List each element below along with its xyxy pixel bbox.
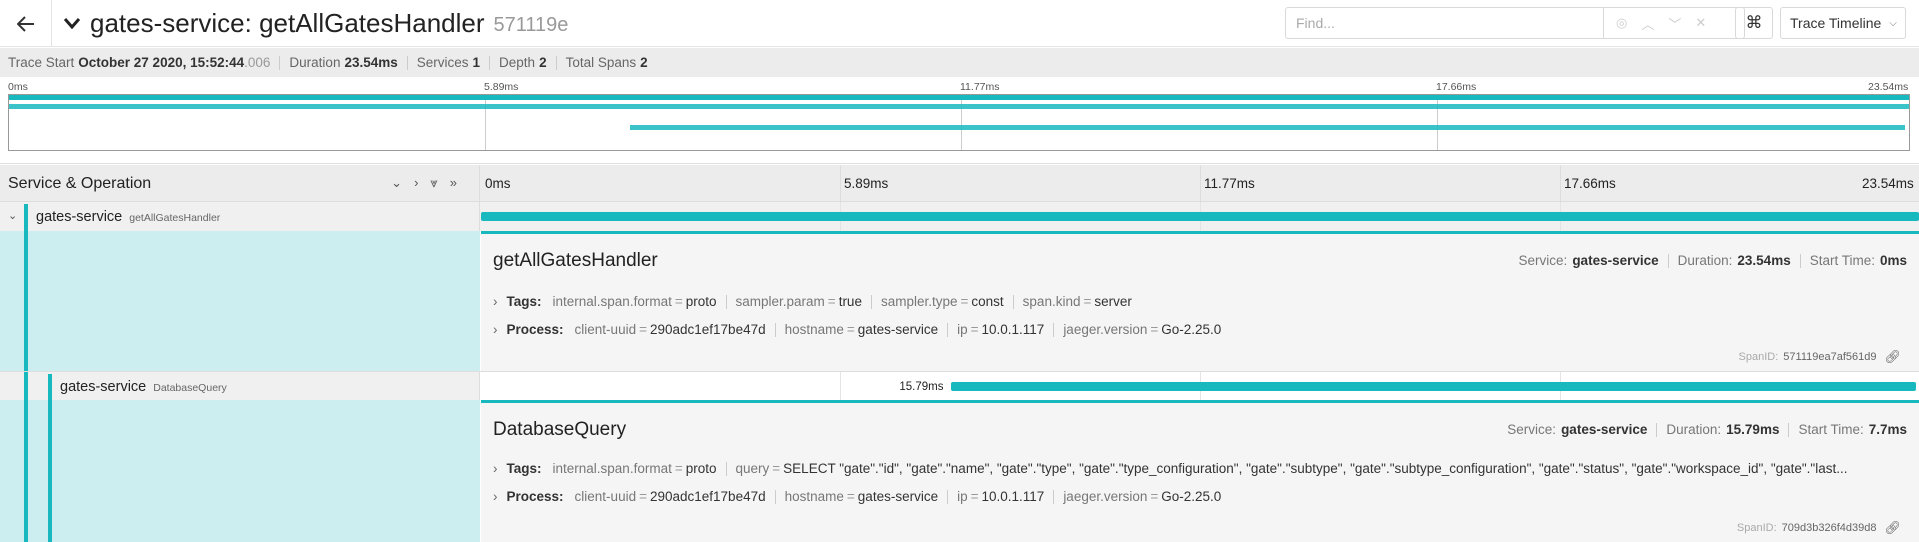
span-detail-meta: Service: gates-service Duration: 23.54ms S… — [1518, 253, 1907, 268]
expand-all-icon[interactable]: » — [450, 175, 457, 191]
span-bar[interactable] — [951, 382, 1916, 391]
find-controls: ◎ ︿ ﹀ ✕ — [1604, 14, 1706, 33]
trace-start: Trace Start October 27 2020, 15:52:44.00… — [8, 55, 271, 70]
span-id: SpanID: 709d3b326f4d39d8 🔗︎ — [1736, 520, 1901, 536]
trace-title-toggle[interactable]: gates-service: getAllGatesHandler 571119… — [64, 8, 568, 38]
service-name: gates-service — [36, 209, 123, 225]
trace-duration: Duration 23.54ms — [289, 55, 398, 70]
span-detail: DatabaseQuery Service: gates-service Dura… — [0, 400, 1919, 542]
trace-id: 571119e — [493, 13, 569, 36]
expand-one-icon[interactable]: › — [414, 175, 418, 191]
trace-minimap[interactable]: 0ms 5.89ms 11.77ms 17.66ms 23.54ms — [0, 77, 1919, 164]
span-detail-panel: DatabaseQuery Service: gates-service Dura… — [481, 400, 1919, 542]
service-operation-header: Service & Operation ⌄ › ⩔ » — [0, 165, 480, 202]
timeline-tick: 11.77ms — [1204, 176, 1255, 191]
chevron-right-icon: › — [493, 489, 498, 504]
service-name: gates-service — [60, 379, 147, 395]
timeline-tick: 17.66ms — [1564, 176, 1616, 191]
chevron-right-icon: › — [493, 322, 498, 337]
chevron-down-icon — [64, 17, 80, 29]
chevron-right-icon: › — [493, 461, 498, 476]
span-id: SpanID: 571119ea7af561d9 🔗︎ — [1738, 349, 1901, 365]
minimap-tick: 0ms — [8, 81, 28, 93]
chevron-right-icon: › — [493, 294, 498, 309]
trace-title: gates-service: getAllGatesHandler — [90, 7, 485, 38]
span-detail-title: getAllGatesHandler — [493, 250, 658, 271]
locate-icon[interactable]: ◎ — [1616, 15, 1627, 31]
chevron-up-icon[interactable]: ︿ — [1641, 14, 1654, 33]
find-box: ◎ ︿ ﹀ ✕ — [1285, 7, 1745, 39]
find-input[interactable] — [1286, 8, 1604, 38]
close-icon[interactable]: ✕ — [1695, 15, 1706, 31]
span-detail: getAllGatesHandler Service: gates-service… — [0, 231, 1919, 371]
link-icon[interactable]: 🔗︎ — [1884, 520, 1901, 536]
process-row[interactable]: › Process: client-uuid = 290adc1ef17be47d … — [493, 322, 1221, 337]
process-row[interactable]: › Process: client-uuid = 290adc1ef17be47d … — [493, 489, 1221, 504]
back-button[interactable] — [0, 0, 52, 47]
keyboard-shortcuts-button[interactable]: ⌘ — [1735, 7, 1773, 39]
span-bar[interactable] — [481, 212, 1919, 221]
span-detail-meta: Service: gates-service Duration: 15.79ms S… — [1507, 422, 1907, 437]
minimap-canvas[interactable] — [8, 94, 1910, 151]
expand-controls: ⌄ › ⩔ » — [391, 175, 457, 191]
span-row-name[interactable]: gates-service DatabaseQuery — [0, 372, 480, 401]
span-duration-label: 15.79ms — [899, 381, 944, 393]
minimap-span-bar — [630, 125, 1905, 130]
timeline-tick: 5.89ms — [844, 176, 889, 191]
trace-services: Services 1 — [416, 55, 481, 70]
collapse-one-icon[interactable]: ⌄ — [391, 175, 402, 191]
trace-depth: Depth 2 — [499, 55, 547, 70]
minimap-span-bar — [9, 104, 1909, 109]
minimap-tick: 11.77ms — [960, 81, 1000, 93]
minimap-tick: 17.66ms — [1436, 81, 1477, 93]
minimap-viewport-bar — [9, 95, 1909, 100]
timeline-tick: 0ms — [485, 176, 511, 191]
tags-row[interactable]: › Tags: internal.span.format = proto query… — [493, 461, 1913, 476]
chevron-down-icon[interactable]: ⌄ — [8, 209, 17, 222]
minimap-tick: 5.89ms — [484, 81, 519, 93]
command-key-icon: ⌘ — [1745, 13, 1763, 32]
minimap-tick: 23.54ms — [1868, 81, 1909, 93]
span-detail-title: DatabaseQuery — [493, 419, 627, 440]
operation-name: getAllGatesHandler — [129, 212, 221, 224]
tags-row[interactable]: › Tags: internal.span.format = proto sampl… — [493, 294, 1132, 309]
chevron-down-icon[interactable]: ﹀ — [1668, 14, 1681, 33]
operation-name: DatabaseQuery — [153, 382, 227, 394]
view-mode-select[interactable]: Trace Timeline ⌵ — [1780, 7, 1906, 39]
collapse-all-icon[interactable]: ⩔ — [430, 175, 437, 191]
chevron-down-icon: ⌵ — [1889, 17, 1897, 29]
span-row-name[interactable]: ⌄ gates-service getAllGatesHandler — [0, 202, 480, 231]
trace-total-spans: Total Spans 2 — [565, 55, 648, 70]
arrow-left-icon — [16, 15, 34, 32]
span-row[interactable]: ⌄ gates-service getAllGatesHandler — [0, 202, 1919, 231]
link-icon[interactable]: 🔗︎ — [1884, 349, 1901, 365]
view-mode-label: Trace Timeline — [1790, 15, 1882, 31]
timeline-tick: 23.54ms — [1862, 176, 1914, 191]
trace-summary: Trace Start October 27 2020, 15:52:44.00… — [0, 48, 1919, 77]
span-row[interactable]: gates-service DatabaseQuery 15.79ms — [0, 371, 1919, 401]
timeline-header: Service & Operation ⌄ › ⩔ » 0ms 5.89ms 1… — [0, 165, 1919, 202]
span-detail-panel: getAllGatesHandler Service: gates-service… — [481, 231, 1919, 371]
trace-page-header: gates-service: getAllGatesHandler 571119… — [0, 0, 1919, 47]
